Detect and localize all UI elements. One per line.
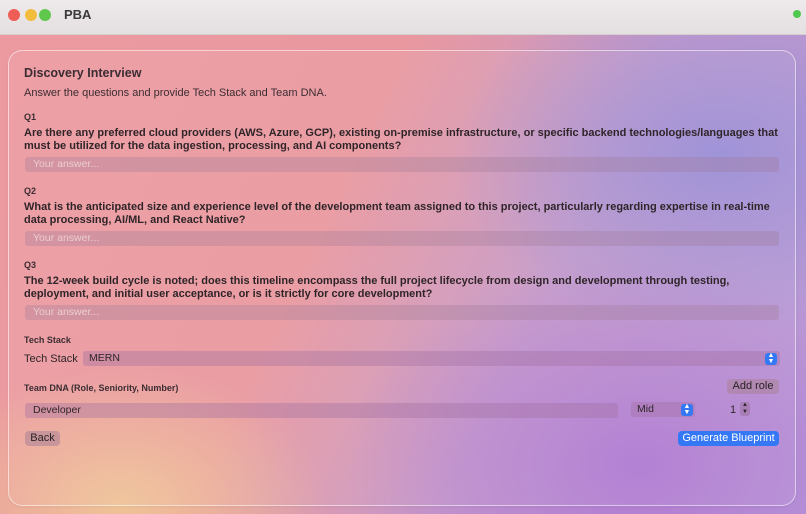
minimize-window-button[interactable]: [25, 9, 37, 21]
team-dna-section-title: Team DNA (Role, Seniority, Number): [24, 383, 179, 393]
team-count-stepper-icon[interactable]: ▲ ▼: [740, 402, 750, 416]
title-bar: PBA: [0, 0, 806, 35]
question-3-answer-input[interactable]: [25, 305, 779, 320]
zoom-window-button[interactable]: [39, 9, 51, 21]
tech-stack-selected-value: MERN: [89, 352, 120, 364]
question-2-text: What is the anticipated size and experie…: [24, 201, 770, 226]
seniority-chevron-icon[interactable]: ▲ ▼: [681, 403, 693, 416]
team-count-value: 1: [730, 404, 737, 416]
role-value: Developer: [33, 404, 81, 416]
tech-stack-select[interactable]: MERN: [83, 351, 780, 366]
question-2-number: Q2: [24, 186, 37, 196]
question-1-text: Are there any preferred cloud providers …: [24, 127, 778, 152]
generate-blueprint-button[interactable]: Generate Blueprint: [678, 431, 779, 446]
status-dot-icon: [793, 10, 801, 18]
page-subtitle: Answer the questions and provide Tech St…: [24, 87, 327, 99]
question-3-number: Q3: [24, 260, 37, 270]
close-window-button[interactable]: [8, 9, 20, 21]
page-title: Discovery Interview: [24, 66, 142, 80]
chevron-up-down-icon[interactable]: ▲ ▼: [765, 352, 777, 365]
tech-stack-section-title: Tech Stack: [24, 335, 71, 345]
question-1-number: Q1: [24, 112, 37, 122]
window-title: PBA: [64, 7, 92, 22]
question-3-text: The 12-week build cycle is noted; does t…: [24, 275, 730, 300]
question-1-answer-input[interactable]: [25, 157, 779, 172]
back-button[interactable]: Back: [25, 431, 60, 446]
question-2-answer-input[interactable]: [25, 231, 779, 246]
tech-stack-label: Tech Stack: [24, 353, 78, 365]
add-role-button[interactable]: Add role: [727, 379, 779, 394]
seniority-value: Mid: [637, 403, 654, 415]
role-input[interactable]: Developer: [25, 403, 618, 418]
